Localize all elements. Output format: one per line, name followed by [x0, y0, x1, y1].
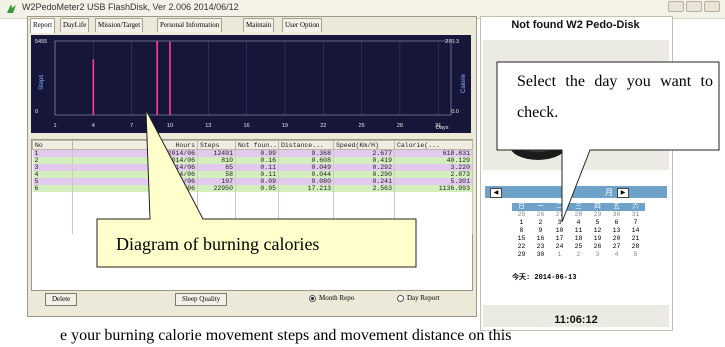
callout-day-text: Select the day you want to check.: [517, 73, 713, 121]
caption-text: e your burning calorie movement steps an…: [60, 327, 512, 344]
callout-shapes: [96, 61, 720, 268]
callout-burn-text: Diagram of burning calories: [116, 234, 320, 254]
